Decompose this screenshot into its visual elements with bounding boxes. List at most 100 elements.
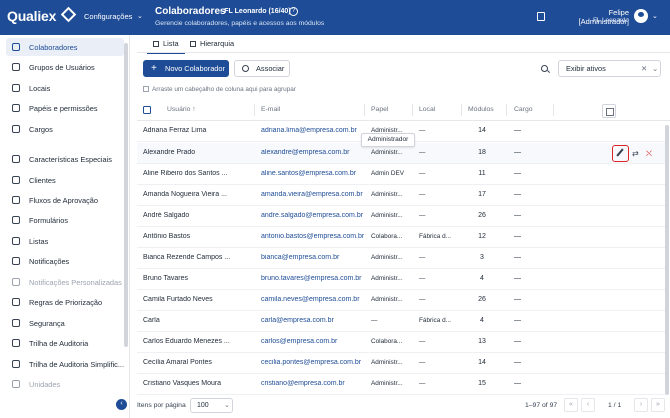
avatar[interactable] [634, 9, 648, 23]
sidebar-item-label: Notificações [29, 257, 70, 266]
status-filter-select[interactable]: Exibir ativos ✕ ⌄ [558, 60, 661, 77]
sidebar-item-grupos[interactable]: Grupos de Usuários [6, 58, 124, 76]
first-page-icon[interactable]: « [564, 398, 578, 412]
form-icon [12, 216, 20, 224]
table-row[interactable]: André Salgado andre.salgado@empresa.com.b… [137, 206, 665, 227]
table-scrollbar[interactable] [665, 125, 669, 395]
column-separator[interactable] [553, 104, 554, 116]
email-cell[interactable]: andre.salgado@empresa.com.br [261, 212, 371, 219]
email-cell[interactable]: amanda.vieira@empresa.com.br [261, 191, 371, 198]
last-page-icon[interactable]: » [651, 398, 665, 412]
sidebar-item-notificacoes[interactable]: Notificações [6, 252, 124, 270]
user-name-cell: Cristiano Vasques Moura [143, 380, 222, 387]
sidebar-item-label: Fluxos de Aprovação [29, 196, 99, 205]
table-row[interactable]: Bianca Rezende Campos ... bianca@empresa.… [137, 248, 665, 269]
table-row[interactable]: Cristiano Vasques Moura cristiano@empresa… [137, 374, 665, 395]
table-row[interactable]: Amanda Nogueira Vieira ... amanda.vieira@… [137, 185, 665, 206]
button-label: Novo Colaborador [165, 64, 225, 73]
email-cell[interactable]: cristiano@empresa.com.br [261, 380, 371, 387]
sidebar-item-cargos[interactable]: Cargos [6, 120, 124, 138]
sidebar-item-papeis[interactable]: Papéis e permissões [6, 99, 124, 117]
column-separator[interactable] [254, 104, 255, 116]
column-header-usuario[interactable]: Usuário ↑ [167, 106, 196, 113]
chevron-down-icon[interactable]: ⌄ [137, 12, 143, 20]
role-cell: Administr... [371, 212, 403, 219]
column-separator[interactable] [506, 104, 507, 116]
chevron-down-icon[interactable]: ⌄ [652, 61, 658, 76]
associar-button[interactable]: Associar [234, 60, 290, 77]
sidebar-item-fluxos[interactable]: Fluxos de Aprovação [6, 191, 124, 209]
role-cell: — [371, 317, 378, 324]
table-row[interactable]: Carlos Eduardo Menezes ... carlos@empresa… [137, 332, 665, 353]
sidebar-item-colaboradores[interactable]: Colaboradores [6, 38, 124, 56]
sidebar-item-listas[interactable]: Listas [6, 232, 124, 250]
next-page-icon[interactable]: › [634, 398, 648, 412]
sidebar-item-label: Notificações Personalizadas [29, 278, 122, 287]
email-cell[interactable]: adriana.lima@empresa.com.br [261, 127, 371, 134]
column-header-cargo[interactable]: Cargo [514, 106, 533, 113]
per-page-select[interactable]: 100 ⌄ [190, 398, 233, 413]
table-row[interactable]: Camila Furtado Neves camila.neves@empresa… [137, 290, 665, 311]
column-header-papel[interactable]: Papel [371, 106, 388, 113]
column-separator[interactable] [412, 104, 413, 116]
bell-icon [12, 257, 20, 265]
email-cell[interactable]: cecilia.pontes@empresa.com.br [261, 359, 371, 366]
group-drop-zone[interactable]: Arraste um cabeçalho de coluna aqui para… [143, 86, 296, 93]
table-row[interactable]: Carla carla@empresa.com.br — Fábrica d... 4— [137, 311, 665, 332]
email-cell[interactable]: carla@empresa.com.br [261, 317, 371, 324]
deactivate-user-icon[interactable]: ⛌ [646, 149, 652, 159]
sidebar-item-clientes[interactable]: Clientes [6, 171, 124, 189]
table-row[interactable]: Bruno Tavares bruno.tavares@empresa.com.b… [137, 269, 665, 290]
email-cell[interactable]: aline.santos@empresa.com.br [261, 170, 371, 177]
column-header-email[interactable]: E-mail [261, 106, 280, 113]
table-row[interactable]: Antônio Bastos antonio.bastos@empresa.com… [137, 227, 665, 248]
tab-hierarquia[interactable]: Hierarquia [190, 37, 234, 51]
users-icon [12, 43, 20, 51]
sidebar-item-trilha[interactable]: Trilha de Auditoria [6, 334, 124, 352]
sidebar-item-formularios[interactable]: Formulários [6, 211, 124, 229]
sidebar-item-trilha-simplificada[interactable]: Trilha de Auditoria Simplific... [6, 355, 124, 373]
sidebar-item-caracteristicas[interactable]: Características Especiais [6, 150, 124, 168]
email-cell[interactable]: antonio.bastos@empresa.com.br [261, 233, 371, 240]
role-cell: Administr... [371, 254, 403, 261]
sidebar-scrollbar[interactable] [124, 43, 128, 347]
cargo-cell: — [514, 191, 521, 198]
email-cell[interactable]: bianca@empresa.com.br [261, 254, 371, 261]
sidebar-item-unidades[interactable]: Unidades [6, 375, 124, 393]
column-header-modulos[interactable]: Módulos [468, 106, 494, 113]
user-name-cell: Carlos Eduardo Menezes ... [143, 338, 230, 345]
table-row[interactable]: Cecília Amaral Pontes cecilia.pontes@empr… [137, 353, 665, 374]
search-icon[interactable] [541, 65, 548, 72]
brand-logo[interactable]: Qualiex [7, 8, 56, 24]
user-menu-chevron-icon[interactable]: ⌄ [652, 12, 658, 20]
column-separator[interactable] [364, 104, 365, 116]
tab-label: Hierarquia [200, 39, 235, 48]
edit-pencil-icon[interactable] [612, 145, 629, 162]
column-separator[interactable] [461, 104, 462, 116]
column-header-local[interactable]: Local [419, 106, 435, 113]
swap-arrows-icon[interactable]: ⇄ [632, 149, 639, 158]
email-cell[interactable]: carlos@empresa.com.br [261, 338, 371, 345]
local-cell: — [419, 380, 426, 387]
email-cell[interactable]: camila.neves@empresa.com.br [261, 296, 371, 303]
column-chooser-icon[interactable] [602, 104, 616, 118]
clear-icon[interactable]: ✕ [641, 61, 647, 76]
sidebar-item-notificacoes-personalizadas[interactable]: Notificações Personalizadas [6, 273, 124, 291]
sidebar-item-regras[interactable]: Regras de Priorização [6, 293, 124, 311]
sidebar-item-seguranca[interactable]: Segurança [6, 314, 124, 332]
new-colaborador-button[interactable]: + Novo Colaborador [143, 60, 229, 77]
collapse-sidebar-button[interactable]: ‹ [116, 399, 127, 410]
logout-icon[interactable] [537, 12, 545, 21]
user-name-cell: Camila Furtado Neves [143, 296, 213, 303]
email-cell[interactable]: alexandre@empresa.com.br [261, 149, 371, 156]
help-icon[interactable]: ? [289, 7, 298, 16]
sidebar-item-locais[interactable]: Locais [6, 79, 124, 97]
table-row[interactable]: Aline Ribeiro dos Santos ... aline.santos… [137, 164, 665, 185]
briefcase-icon [12, 125, 20, 133]
prev-page-icon[interactable]: ‹ [581, 398, 595, 412]
email-cell[interactable]: bruno.tavares@empresa.com.br [261, 275, 371, 282]
tab-lista[interactable]: Lista [153, 37, 179, 51]
modules-cell: 26 [478, 296, 486, 303]
config-menu[interactable]: Configurações [84, 12, 132, 21]
select-all-checkbox[interactable] [143, 106, 151, 114]
